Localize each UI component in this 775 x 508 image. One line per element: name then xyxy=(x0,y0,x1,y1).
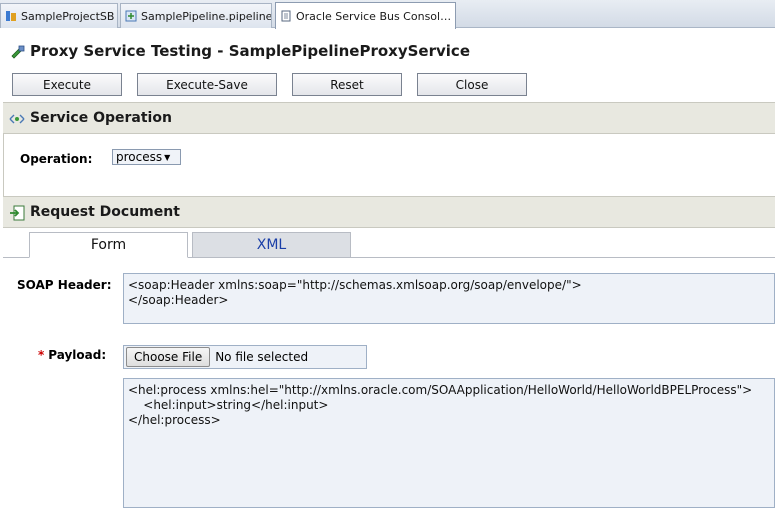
editor-tab-label: SamplePipeline.pipeline xyxy=(141,9,272,23)
request-document-title: Request Document xyxy=(30,204,180,220)
choose-file-button[interactable]: Choose File xyxy=(126,347,211,367)
payload-label-group: * Payload: xyxy=(38,348,106,362)
tab-form[interactable]: Form xyxy=(29,232,188,258)
service-operation-header: Service Operation xyxy=(3,102,775,134)
payload-textarea[interactable]: <hel:process xmlns:hel="http://xmlns.ora… xyxy=(123,378,775,508)
page-title: Proxy Service Testing - SamplePipelinePr… xyxy=(30,42,470,60)
payload-file-input: Choose File No file selected xyxy=(123,345,367,369)
required-indicator: * xyxy=(38,348,45,362)
service-operation-title: Service Operation xyxy=(30,110,172,126)
payload-label: Payload: xyxy=(48,348,107,362)
soap-header-textarea[interactable]: <soap:Header xmlns:soap="http://schemas.… xyxy=(123,273,775,324)
section-divider xyxy=(3,134,4,196)
soap-header-label: SOAP Header: xyxy=(17,278,112,292)
close-button[interactable]: Close xyxy=(417,73,527,96)
pipeline-icon xyxy=(125,10,137,22)
request-document-header: Request Document xyxy=(3,196,775,228)
dropdown-arrow-icon: ▼ xyxy=(164,152,171,162)
editor-tab-osb-console[interactable]: Oracle Service Bus Consol… × xyxy=(275,2,456,29)
operation-label: Operation: xyxy=(20,152,93,166)
operation-select[interactable]: process ▼ xyxy=(112,149,181,165)
execute-button[interactable]: Execute xyxy=(12,73,122,96)
project-icon xyxy=(6,11,16,21)
request-document-icon xyxy=(10,205,25,221)
operation-selected-value: process xyxy=(116,150,163,164)
request-tabs: Form XML xyxy=(3,232,775,258)
editor-tab-samplepipeline[interactable]: SamplePipeline.pipeline × xyxy=(120,3,272,28)
service-operation-icon xyxy=(9,114,25,124)
tab-xml[interactable]: XML xyxy=(192,232,351,258)
reset-button[interactable]: Reset xyxy=(292,73,402,96)
editor-tab-sampleprojectsb[interactable]: SampleProjectSB xyxy=(0,3,118,28)
proxy-test-icon xyxy=(11,45,25,59)
editor-tab-strip: SampleProjectSB SamplePipeline.pipeline … xyxy=(0,0,775,29)
page-icon xyxy=(281,10,291,22)
file-status-text: No file selected xyxy=(215,350,309,364)
editor-tab-label: SampleProjectSB xyxy=(21,9,115,23)
editor-tab-label: Oracle Service Bus Consol… xyxy=(296,9,452,23)
execute-save-button[interactable]: Execute-Save xyxy=(137,73,277,96)
page-header: Proxy Service Testing - SamplePipelinePr… xyxy=(0,29,775,69)
